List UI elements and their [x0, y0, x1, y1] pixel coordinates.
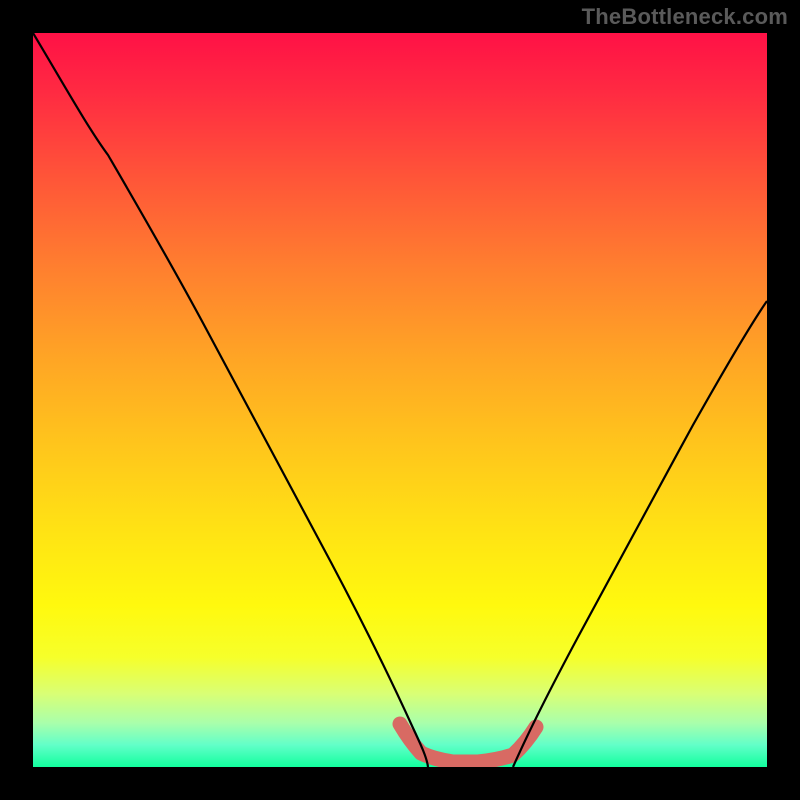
chart-svg: [33, 33, 767, 767]
plot-area: [33, 33, 767, 767]
watermark-text: TheBottleneck.com: [582, 4, 788, 30]
left-curve-line: [33, 33, 428, 767]
right-curve-line: [513, 301, 767, 767]
chart-container: TheBottleneck.com: [0, 0, 800, 800]
